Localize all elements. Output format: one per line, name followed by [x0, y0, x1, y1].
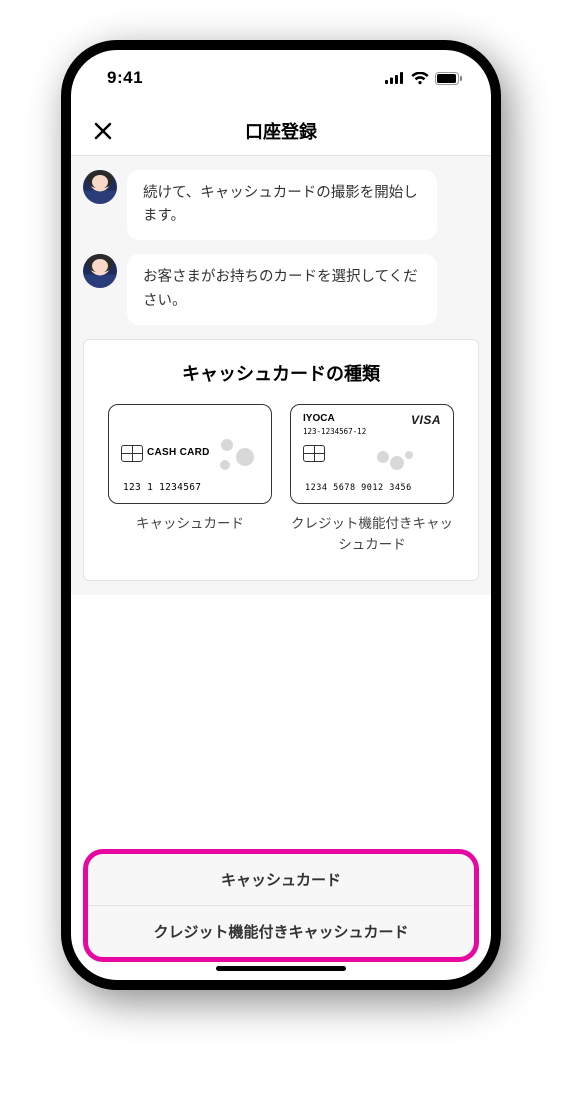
cash-card-illustration: CASH CARD 123 1 1234567 [108, 404, 272, 504]
app-header: 口座登録 [71, 106, 491, 156]
option-cash-card-button[interactable]: キャッシュカード [88, 854, 474, 905]
message-bubble: お客さまがお持ちのカードを選択してください。 [127, 254, 437, 324]
page-title: 口座登録 [245, 118, 317, 144]
cellular-icon [385, 72, 405, 84]
status-icons [385, 72, 463, 85]
option-credit-card-button[interactable]: クレジット機能付きキャッシュカード [88, 905, 474, 957]
card-decoration-icon [217, 435, 257, 475]
battery-icon [435, 72, 463, 85]
card-number: 123 1 1234567 [123, 482, 201, 493]
credit-card-illustration: IYOCA VISA 123-1234567-12 1234 5678 9012… [290, 404, 454, 504]
card-iyoca-label: IYOCA [303, 413, 335, 424]
phone-frame: 9:41 口座登録 続けて、キャッシュカードの撮影を開始します。 お客さまがお持… [61, 40, 501, 990]
chip-icon [121, 445, 143, 462]
assistant-message: お客さまがお持ちのカードを選択してください。 [83, 254, 479, 324]
close-icon [93, 121, 113, 141]
card-sub-number: 123-1234567-12 [303, 427, 366, 436]
card-type-panel: キャッシュカードの種類 CASH CARD 123 1 1234567 キャッシ… [83, 339, 479, 581]
card-caption: クレジット機能付きキャッシュカード [287, 514, 457, 558]
card-caption: キャッシュカード [136, 514, 244, 558]
panel-title: キャッシュカードの種類 [96, 360, 466, 386]
status-time: 9:41 [107, 68, 143, 88]
assistant-avatar [83, 170, 117, 204]
card-option-cash: CASH CARD 123 1 1234567 キャッシュカード [105, 404, 275, 558]
assistant-message: 続けて、キャッシュカードの撮影を開始します。 [83, 170, 479, 240]
bottom-sheet: キャッシュカード クレジット機能付きキャッシュカード [71, 849, 491, 980]
visa-brand-label: VISA [411, 413, 441, 427]
card-inner-label: CASH CARD [147, 447, 210, 458]
assistant-avatar [83, 254, 117, 288]
highlighted-options: キャッシュカード クレジット機能付きキャッシュカード [83, 849, 479, 962]
close-button[interactable] [89, 117, 117, 145]
card-number: 1234 5678 9012 3456 [305, 483, 412, 493]
chip-icon [303, 445, 325, 462]
wifi-icon [411, 72, 429, 85]
content-area: 続けて、キャッシュカードの撮影を開始します。 お客さまがお持ちのカードを選択して… [71, 156, 491, 595]
home-indicator[interactable] [216, 966, 346, 971]
card-option-credit: IYOCA VISA 123-1234567-12 1234 5678 9012… [287, 404, 457, 558]
message-bubble: 続けて、キャッシュカードの撮影を開始します。 [127, 170, 437, 240]
status-bar: 9:41 [71, 50, 491, 106]
card-decoration-icon [375, 449, 415, 473]
